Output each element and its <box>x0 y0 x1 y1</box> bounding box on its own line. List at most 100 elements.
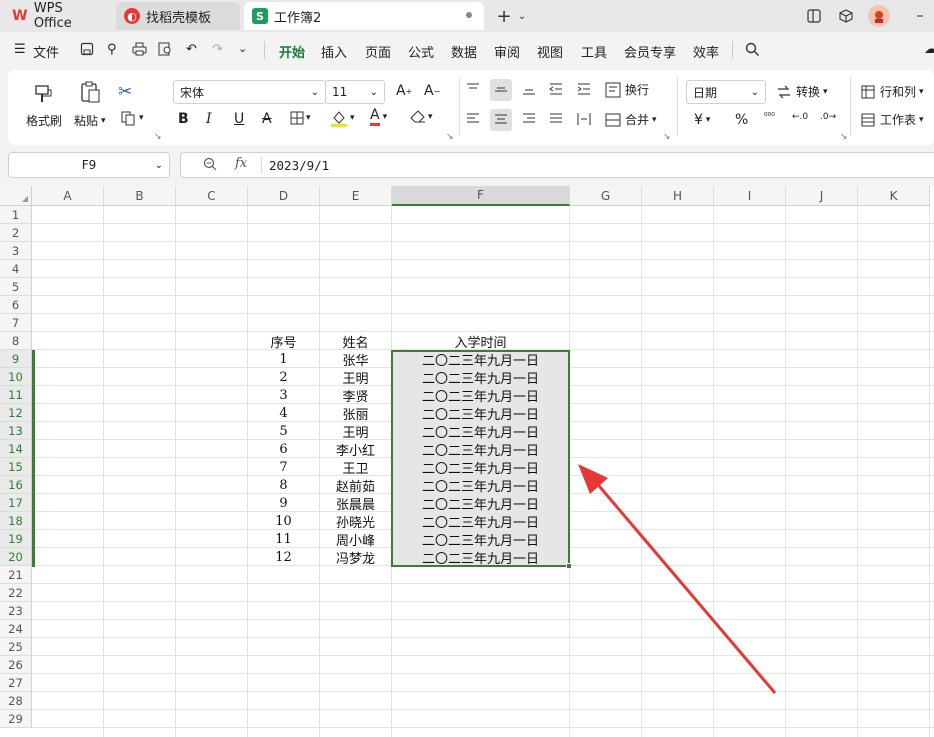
percent-button[interactable]: % <box>735 112 748 128</box>
number-expand-icon[interactable]: ↘ <box>840 132 848 142</box>
row-header-21[interactable]: 21 <box>0 566 32 584</box>
wrap-text-button[interactable]: 换行 <box>605 81 649 98</box>
cell-seq[interactable]: 12 <box>248 548 319 566</box>
minimize-icon[interactable]: – <box>910 6 930 26</box>
row-header-23[interactable]: 23 <box>0 602 32 620</box>
column-header-g[interactable]: G <box>570 186 642 206</box>
cell-seq[interactable]: 7 <box>248 458 319 476</box>
zoom-formula-icon[interactable] <box>203 157 217 174</box>
row-header-4[interactable]: 4 <box>0 260 32 278</box>
column-header-h[interactable]: H <box>642 186 714 206</box>
cell-name[interactable]: 孙晓光 <box>320 512 391 531</box>
tab-workbook[interactable]: S 工作簿2 <box>244 2 484 30</box>
cell-seq[interactable]: 10 <box>248 512 319 530</box>
copy-button[interactable]: ▾ <box>120 110 144 126</box>
convert-button[interactable]: 转换 ▾ <box>776 83 828 100</box>
row-header-2[interactable]: 2 <box>0 224 32 242</box>
menu-insert[interactable]: 插入 <box>321 42 347 61</box>
row-header-14[interactable]: 14 <box>0 440 32 458</box>
redo-icon[interactable]: ↷ <box>212 42 223 57</box>
row-header-9[interactable]: 9 <box>0 350 32 368</box>
increase-decimal-icon[interactable]: ←.0 <box>792 112 808 122</box>
align-center-icon[interactable] <box>490 109 512 131</box>
share-link-icon[interactable]: ⚲ <box>107 42 117 57</box>
row-header-13[interactable]: 13 <box>0 422 32 440</box>
cell-name[interactable]: 李贤 <box>320 386 391 405</box>
cell-name[interactable]: 李小红 <box>320 440 391 459</box>
undo-icon[interactable]: ↶ <box>186 42 197 57</box>
spreadsheet-grid[interactable]: ◢ ABCDEFGHIJK 1 2 3 4 5 6 7 8 9 10 11 12 13 14 15 16 17 1… <box>0 186 934 737</box>
row-header-1[interactable]: 1 <box>0 206 32 224</box>
row-header-26[interactable]: 26 <box>0 656 32 674</box>
increase-indent-icon[interactable] <box>577 82 591 96</box>
cell-seq[interactable]: 8 <box>248 476 319 494</box>
alignment-expand-icon[interactable]: ↘ <box>663 132 671 142</box>
menu-view[interactable]: 视图 <box>537 42 563 61</box>
column-header-d[interactable]: D <box>248 186 320 206</box>
row-header-7[interactable]: 7 <box>0 314 32 332</box>
worksheet-button[interactable]: 工作表 ▾ <box>861 111 924 128</box>
clear-format-icon[interactable]: ▾ <box>410 110 433 124</box>
font-expand-icon[interactable]: ↘ <box>446 132 454 142</box>
format-painter-button[interactable]: 格式刷 <box>26 112 62 129</box>
menu-data[interactable]: 数据 <box>451 42 477 61</box>
menu-page[interactable]: 页面 <box>365 42 391 61</box>
cell-seq[interactable]: 9 <box>248 494 319 512</box>
print-preview-icon[interactable] <box>158 42 173 60</box>
row-header-16[interactable]: 16 <box>0 476 32 494</box>
rows-columns-button[interactable]: 行和列 ▾ <box>861 83 924 100</box>
cell-name[interactable]: 张华 <box>320 350 391 369</box>
align-bottom-icon[interactable] <box>522 82 536 96</box>
insert-function-icon[interactable]: fx <box>235 156 247 171</box>
italic-icon[interactable]: I <box>206 111 212 127</box>
tab-list-chevron-icon[interactable]: ⌄ <box>512 6 532 26</box>
decrease-indent-icon[interactable] <box>549 82 563 96</box>
font-size-select[interactable]: 11 ⌄ <box>325 80 385 104</box>
cell-name[interactable]: 王明 <box>320 422 391 441</box>
name-box[interactable]: F9 ⌄ <box>8 152 170 178</box>
increase-font-icon[interactable]: A + <box>396 83 412 99</box>
row-header-8[interactable]: 8 <box>0 332 32 350</box>
border-icon[interactable]: ▾ <box>290 111 311 125</box>
menu-efficiency[interactable]: 效率 <box>693 42 719 61</box>
new-tab-icon[interactable]: + <box>494 6 514 27</box>
row-header-10[interactable]: 10 <box>0 368 32 386</box>
row-header-5[interactable]: 5 <box>0 278 32 296</box>
cell-seq[interactable]: 6 <box>248 440 319 458</box>
paste-button[interactable]: 粘贴 ▾ <box>74 112 106 129</box>
row-header-15[interactable]: 15 <box>0 458 32 476</box>
menu-review[interactable]: 审阅 <box>494 42 520 61</box>
thousands-separator-icon[interactable]: ⁰⁰⁰ <box>764 112 775 122</box>
column-header-c[interactable]: C <box>176 186 248 206</box>
row-header-3[interactable]: 3 <box>0 242 32 260</box>
select-all-corner[interactable]: ◢ <box>0 186 32 206</box>
column-header-a[interactable]: A <box>32 186 104 206</box>
row-header-11[interactable]: 11 <box>0 386 32 404</box>
column-header-f[interactable]: F <box>392 186 570 206</box>
cell-name[interactable]: 冯梦龙 <box>320 548 391 567</box>
font-name-select[interactable]: 宋体 ⌄ <box>173 80 326 104</box>
currency-button[interactable]: ¥ ▾ <box>694 112 710 128</box>
align-right-icon[interactable] <box>522 112 536 126</box>
paste-icon[interactable] <box>78 80 102 104</box>
cell-seq[interactable]: 11 <box>248 530 319 548</box>
align-left-icon[interactable] <box>466 112 480 126</box>
menu-file[interactable]: 文件 <box>33 42 59 61</box>
align-top-icon[interactable] <box>466 82 480 96</box>
cell-name[interactable]: 王明 <box>320 368 391 387</box>
fill-color-icon[interactable]: ▾ <box>330 109 355 127</box>
column-header-e[interactable]: E <box>320 186 392 206</box>
row-header-6[interactable]: 6 <box>0 296 32 314</box>
cell-seq[interactable]: 3 <box>248 386 319 404</box>
decrease-decimal-icon[interactable]: .0→ <box>820 112 836 122</box>
justify-icon[interactable] <box>549 112 563 126</box>
row-header-18[interactable]: 18 <box>0 512 32 530</box>
font-color-icon[interactable]: A ▾ <box>370 108 387 126</box>
distributed-align-icon[interactable] <box>577 112 591 126</box>
row-header-17[interactable]: 17 <box>0 494 32 512</box>
row-header-25[interactable]: 25 <box>0 638 32 656</box>
row-header-22[interactable]: 22 <box>0 584 32 602</box>
column-header-i[interactable]: I <box>714 186 786 206</box>
row-header-28[interactable]: 28 <box>0 692 32 710</box>
column-header-k[interactable]: K <box>858 186 930 206</box>
